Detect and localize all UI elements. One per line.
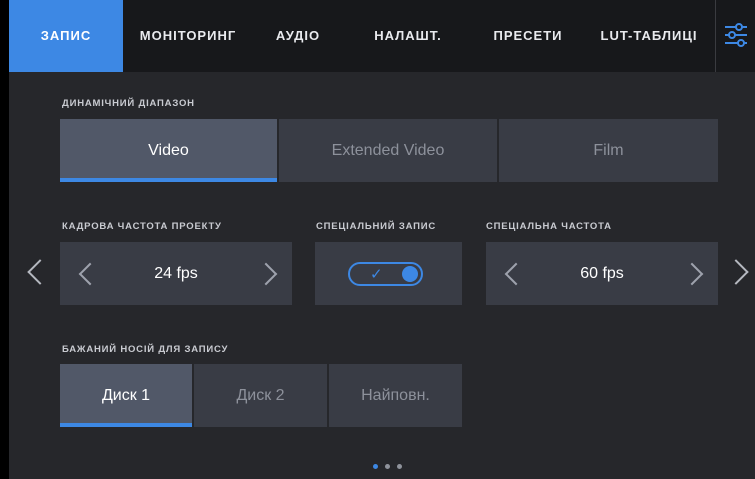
option-label: Film [593, 142, 624, 159]
tab-presets[interactable]: ПРЕСЕТИ [473, 0, 583, 72]
tab-record[interactable]: ЗАПИС [9, 0, 123, 72]
dynamic-range-label: ДИНАМІЧНИЙ ДІАПАЗОН [62, 98, 195, 109]
project-frame-rate-stepper: 24 fps [60, 242, 292, 305]
selected-indicator [60, 178, 277, 182]
media-disk2-option[interactable]: Диск 2 [194, 364, 327, 427]
increase-arrow-icon[interactable] [680, 262, 704, 286]
option-label: Диск 1 [101, 387, 151, 404]
preferred-media-label: БАЖАНИЙ НОСІЙ ДЛЯ ЗАПИСУ [62, 344, 229, 355]
sliders-icon [725, 23, 747, 47]
tab-monitoring[interactable]: МОНІТОРИНГ [123, 0, 253, 72]
special-recording-card: ✓ [315, 242, 462, 305]
decrease-arrow-icon[interactable] [504, 262, 528, 286]
increase-arrow-icon[interactable] [254, 262, 278, 286]
tab-audio[interactable]: АУДІО [253, 0, 343, 72]
page-dot[interactable] [385, 464, 390, 469]
dynamic-range-video-option[interactable]: Video [60, 119, 277, 182]
selected-indicator [60, 423, 192, 427]
dynamic-range-film-option[interactable]: Film [499, 119, 718, 182]
dynamic-range-extended-video-option[interactable]: Extended Video [279, 119, 497, 182]
option-label: Video [148, 142, 189, 159]
option-label: Найповн. [361, 387, 430, 404]
project-frame-rate-value: 24 fps [154, 265, 198, 282]
special-recording-label: СПЕЦІАЛЬНИЙ ЗАПИС [316, 221, 437, 232]
media-disk1-option[interactable]: Диск 1 [60, 364, 192, 427]
special-frame-rate-stepper: 60 fps [486, 242, 718, 305]
tab-luts[interactable]: LUT-ТАБЛИЦІ [583, 0, 715, 72]
special-frame-rate-label: СПЕЦІАЛЬНА ЧАСТОТА [486, 221, 612, 232]
previous-page-arrow-icon[interactable] [27, 259, 53, 285]
decrease-arrow-icon[interactable] [78, 262, 102, 286]
project-frame-rate-label: КАДРОВА ЧАСТОТА ПРОЕКТУ [62, 221, 222, 232]
special-frame-rate-value: 60 fps [580, 265, 624, 282]
next-page-arrow-icon[interactable] [723, 259, 749, 285]
checkmark-icon: ✓ [370, 265, 383, 283]
toggle-knob [402, 266, 418, 282]
tab-setup[interactable]: НАЛАШТ. [343, 0, 473, 72]
option-label: Extended Video [331, 142, 445, 159]
record-settings-screen: ЗАПИС МОНІТОРИНГ АУДІО НАЛАШТ. ПРЕСЕТИ L… [9, 0, 755, 479]
media-fullest-option[interactable]: Найповн. [329, 364, 462, 427]
tab-bar: ЗАПИС МОНІТОРИНГ АУДІО НАЛАШТ. ПРЕСЕТИ L… [9, 0, 755, 72]
page-dot[interactable] [397, 464, 402, 469]
option-label: Диск 2 [236, 387, 285, 404]
settings-menu-button[interactable] [715, 0, 755, 72]
special-recording-toggle[interactable]: ✓ [348, 262, 423, 286]
page-dot-active[interactable] [373, 464, 378, 469]
